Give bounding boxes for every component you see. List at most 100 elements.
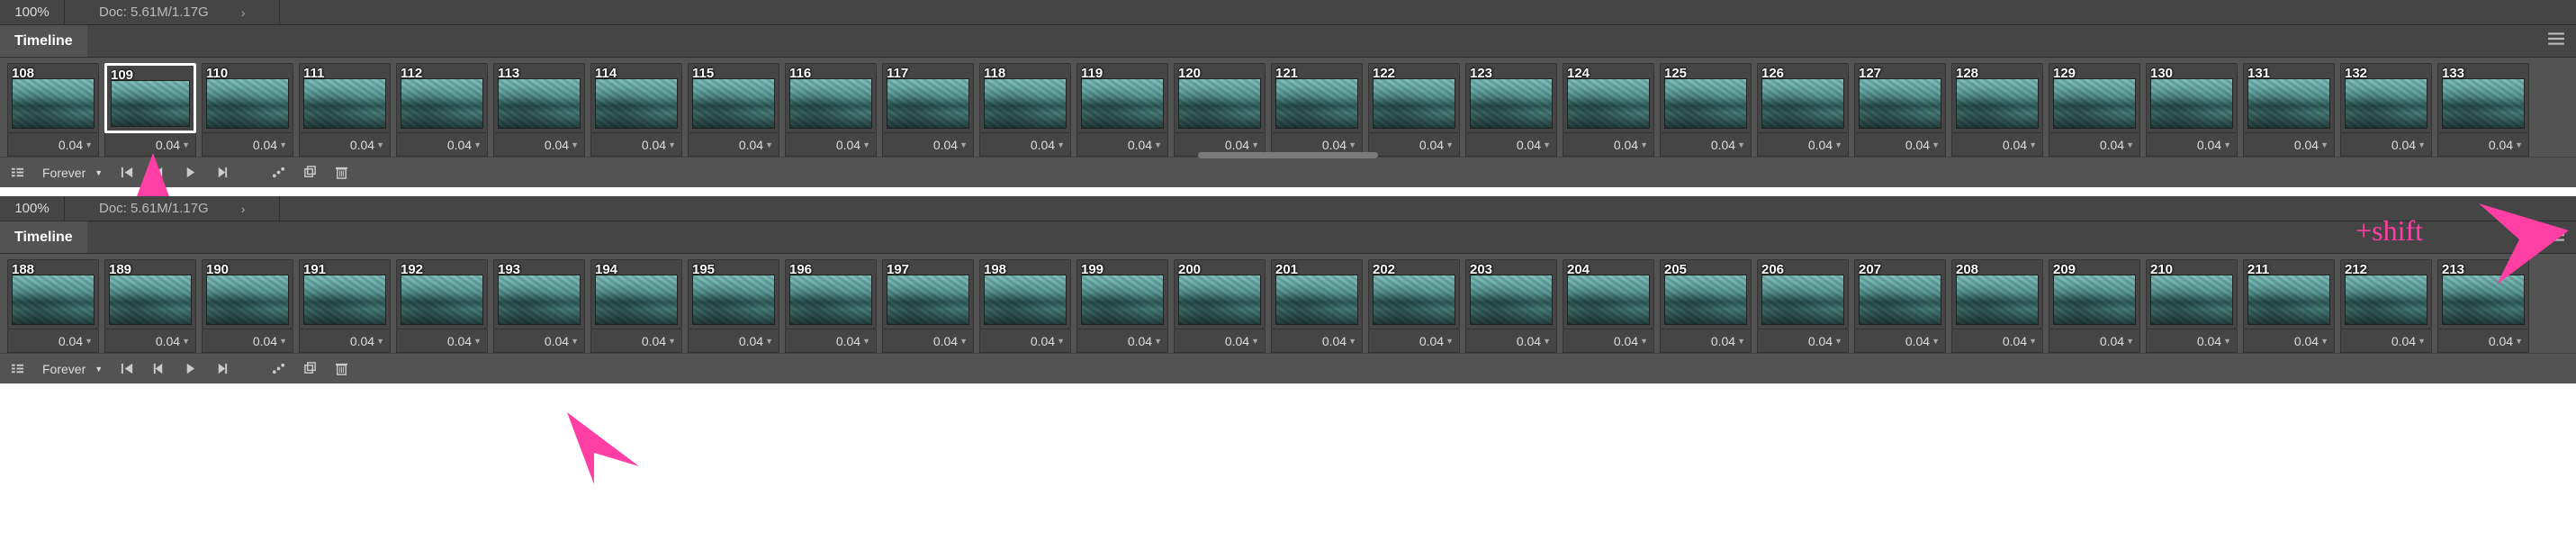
timeline-frame[interactable]: 1150.04▼ [688, 63, 779, 157]
next-frame-button[interactable] [215, 166, 229, 179]
frame-thumbnail[interactable]: 201 [1271, 259, 1363, 329]
frame-thumbnail[interactable]: 120 [1174, 63, 1265, 133]
timeline-frame[interactable]: 2020.04▼ [1368, 259, 1460, 353]
frame-delay-dropdown[interactable]: 0.04▼ [979, 329, 1071, 353]
doc-size[interactable]: Doc: 5.61M/1.17G › [65, 196, 280, 221]
timeline-frame[interactable]: 1280.04▼ [1951, 63, 2043, 157]
tween-icon[interactable] [272, 166, 285, 179]
timeline-frame[interactable]: 2110.04▼ [2243, 259, 2335, 353]
timeline-frame[interactable]: 1990.04▼ [1076, 259, 1168, 353]
timeline-frame[interactable]: 1210.04▼ [1271, 63, 1363, 157]
timeline-frame[interactable]: 1110.04▼ [299, 63, 391, 157]
convert-timeline-icon[interactable] [11, 362, 24, 375]
timeline-frame[interactable]: 1270.04▼ [1854, 63, 1946, 157]
frame-delay-dropdown[interactable]: 0.04▼ [1563, 329, 1654, 353]
frame-delay-dropdown[interactable]: 0.04▼ [104, 329, 196, 353]
frame-thumbnail[interactable]: 114 [590, 63, 682, 133]
timeline-frame[interactable]: 2040.04▼ [1563, 259, 1654, 353]
frame-thumbnail[interactable]: 204 [1563, 259, 1654, 329]
frame-thumbnail[interactable]: 119 [1076, 63, 1168, 133]
timeline-frame[interactable]: 1230.04▼ [1465, 63, 1557, 157]
frame-delay-dropdown[interactable]: 0.04▼ [493, 329, 585, 353]
timeline-frame[interactable]: 2010.04▼ [1271, 259, 1363, 353]
timeline-frame[interactable]: 1880.04▼ [7, 259, 99, 353]
frame-thumbnail[interactable]: 115 [688, 63, 779, 133]
frame-thumbnail[interactable]: 198 [979, 259, 1071, 329]
frame-thumbnail[interactable]: 128 [1951, 63, 2043, 133]
frame-delay-dropdown[interactable]: 0.04▼ [7, 329, 99, 353]
timeline-frame[interactable]: 1140.04▼ [590, 63, 682, 157]
panel-menu-icon[interactable] [2547, 228, 2565, 247]
frame-thumbnail[interactable]: 123 [1465, 63, 1557, 133]
frame-delay-dropdown[interactable]: 0.04▼ [882, 329, 974, 353]
timeline-frame[interactable]: 1330.04▼ [2437, 63, 2529, 157]
timeline-frame[interactable]: 1970.04▼ [882, 259, 974, 353]
first-frame-button[interactable] [121, 362, 134, 375]
prev-frame-button[interactable] [152, 362, 166, 375]
frame-delay-dropdown[interactable]: 0.04▼ [1076, 329, 1168, 353]
timeline-frame[interactable]: 1190.04▼ [1076, 63, 1168, 157]
frame-thumbnail[interactable]: 129 [2049, 63, 2140, 133]
frame-thumbnail[interactable]: 125 [1660, 63, 1752, 133]
frame-thumbnail[interactable]: 209 [2049, 259, 2140, 329]
frame-thumbnail[interactable]: 111 [299, 63, 391, 133]
frame-thumbnail[interactable]: 193 [493, 259, 585, 329]
frame-delay-dropdown[interactable]: 0.04▼ [1757, 329, 1849, 353]
frame-thumbnail[interactable]: 126 [1757, 63, 1849, 133]
duplicate-frame-icon[interactable] [303, 362, 317, 375]
timeline-frame[interactable]: 2000.04▼ [1174, 259, 1265, 353]
timeline-frame[interactable]: 1900.04▼ [202, 259, 293, 353]
tween-icon[interactable] [272, 362, 285, 375]
duplicate-frame-icon[interactable] [303, 166, 317, 179]
frame-thumbnail[interactable]: 199 [1076, 259, 1168, 329]
prev-frame-button[interactable] [152, 166, 166, 179]
frame-thumbnail[interactable]: 113 [493, 63, 585, 133]
next-frame-button[interactable] [215, 362, 229, 375]
timeline-frame[interactable]: 1130.04▼ [493, 63, 585, 157]
frame-thumbnail[interactable]: 206 [1757, 259, 1849, 329]
frame-thumbnail[interactable]: 202 [1368, 259, 1460, 329]
timeline-frame[interactable]: 2090.04▼ [2049, 259, 2140, 353]
timeline-frame[interactable]: 2030.04▼ [1465, 259, 1557, 353]
frame-delay-dropdown[interactable]: 0.04▼ [688, 329, 779, 353]
frames-row[interactable]: 1880.04▼1890.04▼1900.04▼1910.04▼1920.04▼… [0, 254, 2576, 353]
frame-delay-dropdown[interactable]: 0.04▼ [396, 329, 488, 353]
frame-thumbnail[interactable]: 130 [2146, 63, 2238, 133]
frame-thumbnail[interactable]: 205 [1660, 259, 1752, 329]
frame-thumbnail[interactable]: 116 [785, 63, 877, 133]
timeline-frame[interactable]: 1290.04▼ [2049, 63, 2140, 157]
timeline-frame[interactable]: 1160.04▼ [785, 63, 877, 157]
timeline-frame[interactable]: 1940.04▼ [590, 259, 682, 353]
frame-thumbnail[interactable]: 207 [1854, 259, 1946, 329]
timeline-frame[interactable]: 1200.04▼ [1174, 63, 1265, 157]
frame-delay-dropdown[interactable]: 0.04▼ [299, 329, 391, 353]
loop-dropdown[interactable]: Forever ▼ [42, 166, 103, 180]
timeline-frame[interactable]: 1240.04▼ [1563, 63, 1654, 157]
zoom-level[interactable]: 100% [0, 196, 65, 221]
scrollbar-thumb[interactable] [1198, 152, 1378, 158]
frame-delay-dropdown[interactable]: 0.04▼ [2146, 329, 2238, 353]
frame-delay-dropdown[interactable]: 0.04▼ [2243, 329, 2335, 353]
timeline-frame[interactable]: 1920.04▼ [396, 259, 488, 353]
frame-delay-dropdown[interactable]: 0.04▼ [202, 329, 293, 353]
frame-thumbnail[interactable]: 127 [1854, 63, 1946, 133]
timeline-frame[interactable]: 1260.04▼ [1757, 63, 1849, 157]
tab-timeline[interactable]: Timeline [0, 25, 87, 57]
timeline-frame[interactable]: 2100.04▼ [2146, 259, 2238, 353]
frame-delay-dropdown[interactable]: 0.04▼ [2049, 329, 2140, 353]
frame-thumbnail[interactable]: 189 [104, 259, 196, 329]
frame-thumbnail[interactable]: 197 [882, 259, 974, 329]
timeline-frame[interactable]: 2130.04▼ [2437, 259, 2529, 353]
frame-delay-dropdown[interactable]: 0.04▼ [1271, 329, 1363, 353]
frame-delay-dropdown[interactable]: 0.04▼ [1368, 329, 1460, 353]
frame-delay-dropdown[interactable]: 0.04▼ [1660, 329, 1752, 353]
timeline-frame[interactable]: 1090.04▼ [104, 63, 196, 157]
frame-thumbnail[interactable]: 212 [2340, 259, 2432, 329]
frame-thumbnail[interactable]: 122 [1368, 63, 1460, 133]
play-button[interactable] [184, 362, 197, 375]
frame-delay-dropdown[interactable]: 0.04▼ [590, 329, 682, 353]
frame-thumbnail[interactable]: 192 [396, 259, 488, 329]
timeline-frame[interactable]: 1980.04▼ [979, 259, 1071, 353]
first-frame-button[interactable] [121, 166, 134, 179]
frame-thumbnail[interactable]: 203 [1465, 259, 1557, 329]
